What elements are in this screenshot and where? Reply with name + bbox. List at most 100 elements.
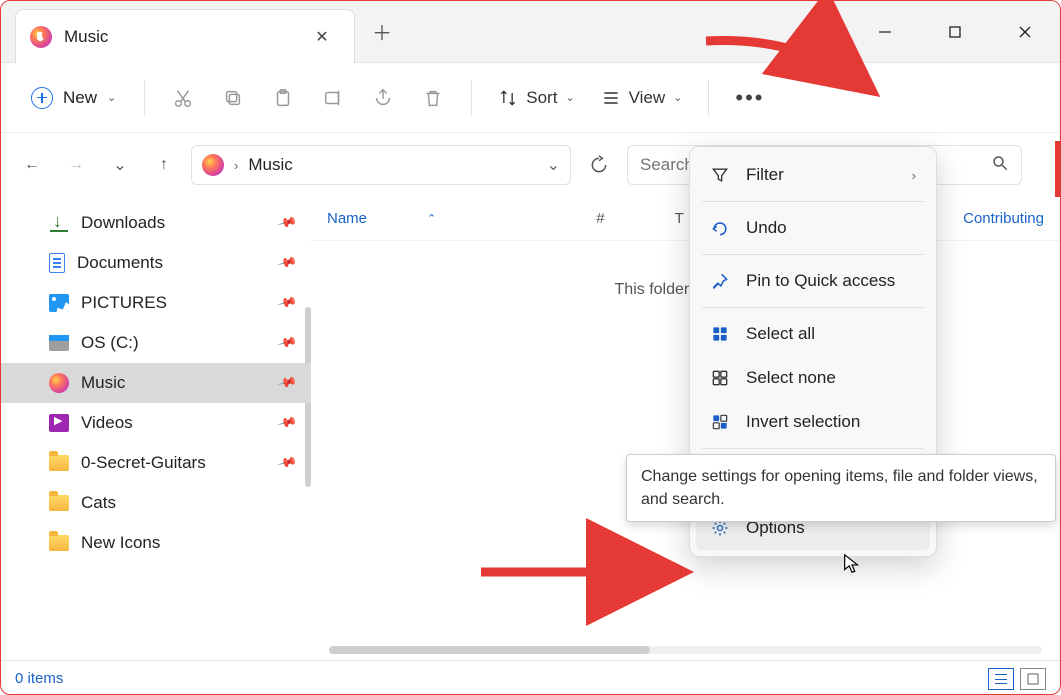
folder-icon — [49, 495, 69, 511]
search-icon[interactable] — [991, 154, 1009, 177]
column-headers[interactable]: Name⌃ # T Contributing — [311, 197, 1060, 241]
details-view-button[interactable] — [988, 668, 1014, 690]
sidebar-item-label: Cats — [81, 493, 116, 513]
pin-icon: 📌 — [276, 412, 298, 434]
chevron-right-icon: › — [912, 168, 916, 183]
pin-icon — [710, 271, 730, 291]
menu-label: Select none — [746, 368, 836, 388]
status-bar: 0 items — [1, 660, 1060, 695]
annotation-arrow-bottom — [476, 557, 696, 592]
column-title[interactable]: T — [675, 210, 684, 227]
close-window-button[interactable] — [990, 1, 1060, 62]
menu-label: Select all — [746, 324, 815, 344]
folder-icon — [49, 455, 69, 471]
new-label: New — [63, 88, 97, 108]
chevron-down-icon: ⌄ — [673, 91, 682, 104]
paste-button[interactable] — [261, 80, 305, 116]
menu-separator — [702, 307, 924, 308]
select-none-icon — [710, 368, 730, 388]
annotation-arrow-top — [701, 31, 891, 116]
thumbnails-view-button[interactable] — [1020, 668, 1046, 690]
menu-separator — [702, 254, 924, 255]
sort-ascending-icon: ⌃ — [427, 212, 436, 225]
sidebar-item-label: New Icons — [81, 533, 160, 553]
sidebar-item-pictures[interactable]: PICTURES📌 — [1, 283, 311, 323]
rename-button[interactable] — [311, 80, 355, 116]
cut-button[interactable] — [161, 80, 205, 116]
menu-label: Invert selection — [746, 412, 860, 432]
pin-icon: 📌 — [276, 332, 298, 354]
sort-icon — [498, 88, 518, 108]
menu-filter[interactable]: Filter › — [696, 153, 930, 197]
sidebar-item-label: Music — [81, 373, 125, 393]
sidebar-item-folder[interactable]: Cats — [1, 483, 311, 523]
tab-close-button[interactable]: ✕ — [308, 27, 336, 47]
menu-select-all[interactable]: Select all — [696, 312, 930, 356]
sidebar-item-folder[interactable]: 0-Secret-Guitars 📌 — [1, 443, 311, 483]
options-tooltip: Change settings for opening items, file … — [626, 454, 1056, 522]
column-track-number[interactable]: # — [596, 210, 604, 227]
back-button[interactable]: ← — [15, 148, 49, 182]
menu-separator — [702, 448, 924, 449]
new-tab-button[interactable]: ＋ — [355, 1, 409, 62]
view-button[interactable]: View ⌄ — [591, 82, 693, 114]
menu-separator — [702, 201, 924, 202]
videos-icon — [49, 414, 69, 432]
toolbar: New ⌄ Sort ⌄ View ⌄ ••• — [1, 63, 1060, 133]
view-label: View — [629, 88, 666, 108]
sidebar-item-music[interactable]: Music📌 — [1, 363, 311, 403]
sidebar-item-label: OS (C:) — [81, 333, 139, 353]
tab-title: Music — [64, 27, 108, 47]
horizontal-scrollbar[interactable] — [329, 646, 1042, 654]
breadcrumb-location: Music — [248, 155, 292, 175]
select-all-icon — [710, 324, 730, 344]
filter-icon — [710, 165, 730, 185]
separator — [471, 80, 472, 116]
sidebar-item-downloads[interactable]: Downloads 📌 — [1, 203, 311, 243]
sort-button[interactable]: Sort ⌄ — [488, 82, 584, 114]
menu-select-none[interactable]: Select none — [696, 356, 930, 400]
folder-icon — [49, 535, 69, 551]
sidebar-item-documents[interactable]: Documents📌 — [1, 243, 311, 283]
music-icon — [49, 373, 69, 393]
sidebar-item-drive-c[interactable]: OS (C:) 📌 — [1, 323, 311, 363]
column-contributing[interactable]: Contributing — [963, 210, 1044, 227]
sidebar-item-videos[interactable]: Videos 📌 — [1, 403, 311, 443]
downloads-icon — [49, 214, 69, 232]
refresh-button[interactable] — [581, 155, 617, 175]
pin-icon: 📌 — [276, 212, 298, 234]
breadcrumb[interactable]: › Music ⌄ — [191, 145, 571, 185]
breadcrumb-dropdown[interactable]: ⌄ — [547, 155, 560, 175]
recent-dropdown[interactable]: ⌄ — [103, 148, 137, 182]
status-item-count: 0 items — [15, 670, 63, 687]
sidebar-item-label: Videos — [81, 413, 133, 433]
maximize-button[interactable] — [920, 1, 990, 62]
menu-label: Undo — [746, 218, 787, 238]
sidebar-item-label: Downloads — [81, 213, 165, 233]
pin-icon: 📌 — [276, 452, 298, 474]
tab-music[interactable]: Music ✕ — [15, 9, 355, 63]
menu-undo[interactable]: Undo — [696, 206, 930, 250]
drive-icon — [49, 335, 69, 351]
documents-icon — [49, 253, 65, 273]
menu-invert-selection[interactable]: Invert selection — [696, 400, 930, 444]
sidebar[interactable]: Downloads 📌 Documents📌 PICTURES📌 OS (C:) 📌… — [1, 197, 311, 660]
invert-selection-icon — [710, 412, 730, 432]
music-folder-icon — [202, 154, 224, 176]
delete-button[interactable] — [411, 80, 455, 116]
copy-button[interactable] — [211, 80, 255, 116]
mouse-cursor — [841, 553, 863, 580]
menu-pin-quick-access[interactable]: Pin to Quick access — [696, 259, 930, 303]
forward-button[interactable]: → — [59, 148, 93, 182]
sidebar-item-label: 0-Secret-Guitars — [81, 453, 206, 473]
sort-label: Sort — [526, 88, 557, 108]
chevron-down-icon: ⌄ — [565, 91, 574, 104]
up-button[interactable]: ↑ — [147, 148, 181, 182]
column-name[interactable]: Name⌃ — [327, 210, 436, 227]
empty-folder-message: This folder is empty. — [311, 241, 1060, 299]
sidebar-item-folder[interactable]: New Icons — [1, 523, 311, 563]
pin-icon: 📌 — [276, 252, 298, 274]
chevron-right-icon: › — [234, 158, 238, 173]
share-button[interactable] — [361, 80, 405, 116]
new-button[interactable]: New ⌄ — [19, 81, 128, 115]
